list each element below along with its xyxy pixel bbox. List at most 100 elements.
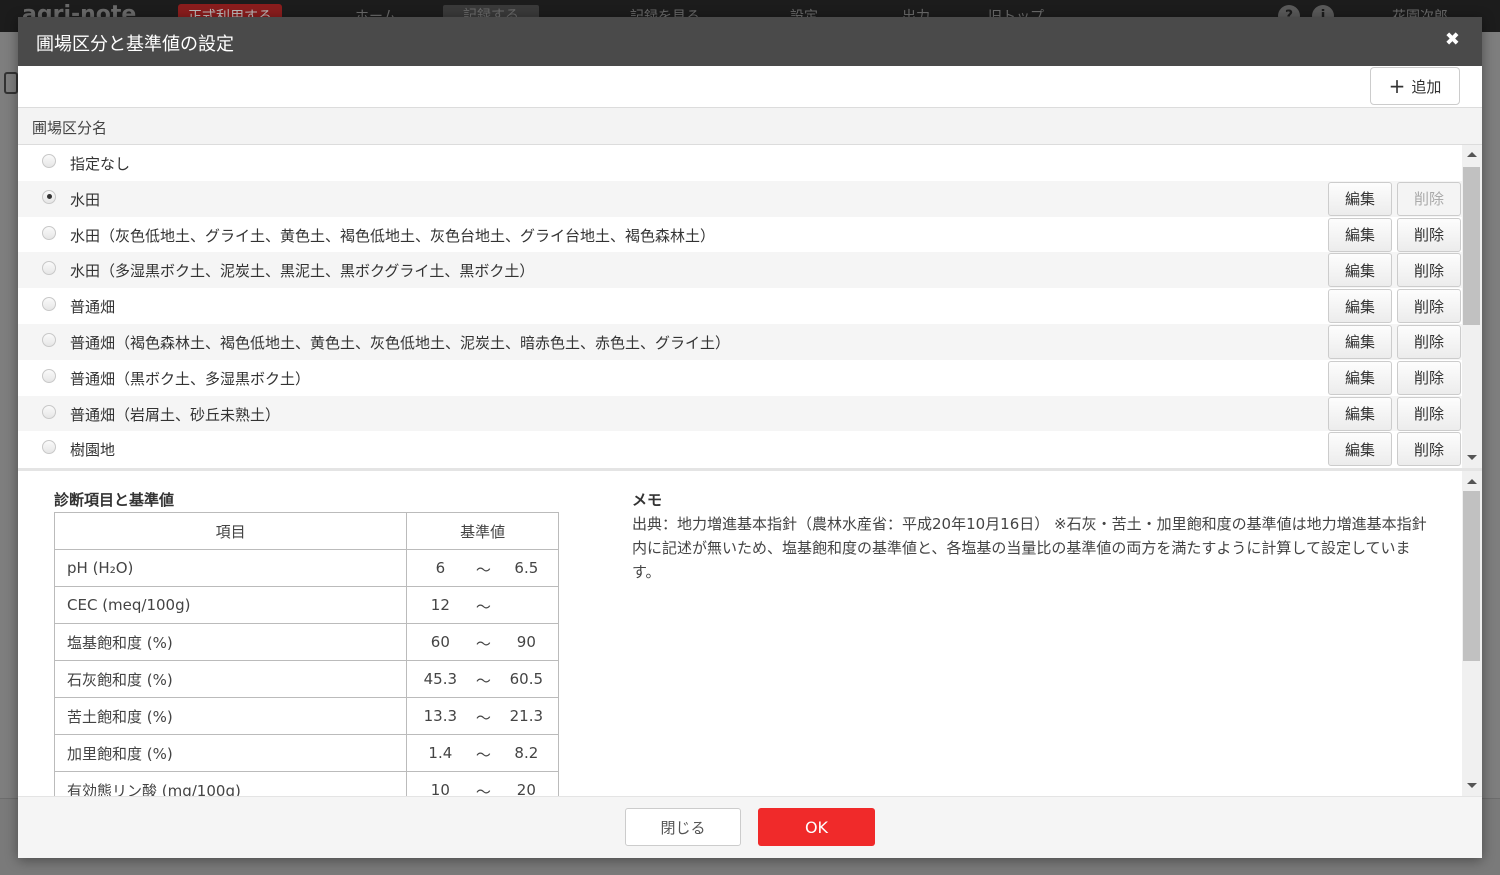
table-row: 加里飽和度 (%) 1.4 〜 8.2 [53,734,559,772]
category-label: 指定なし [70,155,131,173]
delete-button[interactable]: 削除 [1397,217,1461,252]
table-row: 苦土飽和度 (%) 13.3 〜 21.3 [53,697,559,735]
document-icon [4,72,18,94]
value-max: 8.2 [514,744,539,762]
category-radio[interactable] [42,261,56,276]
add-button-label: 追加 [1411,77,1442,96]
value-min: 10 [430,781,450,796]
detail-scroll-up-icon[interactable] [1467,479,1477,484]
diagnosis-item-value: 45.3 〜 60.5 [406,660,559,698]
list-item[interactable]: 樹園地 編集 削除 [18,431,1462,467]
table-row: pH (H₂O) 6 〜 6.5 [53,549,559,587]
plus-icon: + [1388,74,1406,98]
diagnosis-item-name: 加里飽和度 (%) [53,734,408,772]
value-max: 20 [516,781,536,796]
detail-scrollbar-thumb[interactable] [1463,491,1480,661]
category-radio[interactable] [42,332,56,347]
list-item[interactable]: 普通畑（岩屑土、砂丘未熟土） 編集 削除 [18,395,1462,432]
category-list: 指定なし 水田 編集 削除 水田（灰色低地土、グライ土、黄色土、褐色低地土、灰色台地土、… [18,145,1462,468]
list-scrollbar[interactable] [1462,145,1482,468]
modal-title: 圃場区分と基準値の設定 [36,34,234,55]
delete-button[interactable]: 削除 [1397,253,1461,288]
value-tilde: 〜 [475,709,491,727]
diagnosis-title: 診断項目と基準値 [54,491,175,509]
diagnosis-table: 項目 基準値 pH (H₂O) 6 〜 6.5 CEC (meq/100g) 12 〜塩基飽… [53,512,559,796]
category-radio[interactable] [42,297,56,312]
delete-button[interactable]: 削除 [1397,396,1461,431]
list-item[interactable]: 普通畑（黒ボク土、多湿黒ボク土） 編集 削除 [18,360,1462,396]
diagnosis-item-value: 13.3 〜 21.3 [406,697,559,735]
delete-button[interactable]: 削除 [1397,289,1461,324]
close-icon[interactable]: ✖ [1445,30,1460,50]
list-header-label: 圃場区分名 [32,119,108,137]
list-header: 圃場区分名 [18,107,1482,145]
category-label: 普通畑 [70,298,116,317]
value-tilde: 〜 [475,746,491,764]
delete-button[interactable]: 削除 [1397,324,1461,359]
list-scrollbar-thumb[interactable] [1463,167,1480,325]
close-button[interactable]: 閉じる [625,808,741,846]
value-min: 6 [435,559,446,577]
modal-toolbar: + 追加 [18,66,1482,108]
category-radio[interactable] [42,368,56,383]
ok-button[interactable]: OK [758,808,875,846]
delete-button[interactable]: 削除 [1397,360,1461,395]
detail-scrollbar[interactable] [1462,471,1482,796]
edit-button[interactable]: 編集 [1328,253,1392,288]
category-radio[interactable] [42,404,56,419]
value-tilde: 〜 [475,598,491,616]
diagnosis-item-value: 10 〜 20 [406,771,559,796]
diagnosis-item-value: 6 〜 6.5 [406,549,559,587]
value-max: 6.5 [514,559,539,577]
add-button[interactable]: + 追加 [1370,67,1460,105]
table-header-row: 項目 基準値 [53,512,559,550]
modal-header: 圃場区分と基準値の設定 ✖ [18,17,1482,66]
scroll-down-icon[interactable] [1467,455,1477,460]
detail-scroll-down-icon[interactable] [1467,783,1477,788]
category-radio[interactable] [42,189,56,204]
edit-button[interactable]: 編集 [1328,181,1392,216]
category-radio[interactable] [42,225,56,240]
category-radio[interactable] [42,154,56,168]
edit-button[interactable]: 編集 [1328,432,1392,467]
table-row: 塩基飽和度 (%) 60 〜 90 [53,623,559,661]
edit-button[interactable]: 編集 [1328,217,1392,252]
list-item[interactable]: 普通畑（褐色森林土、褐色低地土、黄色土、灰色低地土、泥炭土、暗赤色土、赤色土、グ… [18,323,1462,360]
list-item[interactable]: 水田（多湿黒ボク土、泥炭土、黒泥土、黒ボクグライ土、黒ボク土） 編集 削除 [18,252,1462,289]
memo-text: 出典：地力増進基本指針（農林水産省：平成20年10月16日） ※石灰・苦土・加里… [632,515,1427,581]
diagnosis-item-value: 60 〜 90 [406,623,559,661]
delete-button: 削除 [1397,181,1461,216]
value-max: 21.3 [509,707,544,725]
scroll-up-icon[interactable] [1467,152,1477,157]
edit-button[interactable]: 編集 [1328,289,1392,324]
category-label: 普通畑（褐色森林土、褐色低地土、黄色土、灰色低地土、泥炭土、暗赤色土、赤色土、グ… [70,333,731,352]
diagnosis-item-name: CEC (meq/100g) [53,586,408,624]
list-item[interactable]: 指定なし [18,145,1462,181]
edit-button[interactable]: 編集 [1328,324,1392,359]
diagnosis-item-name: 塩基飽和度 (%) [53,623,408,661]
category-label: 水田 [70,190,101,209]
memo-title: メモ [632,491,663,509]
value-tilde: 〜 [475,783,491,796]
value-max: 90 [516,633,536,651]
edit-button[interactable]: 編集 [1328,396,1392,431]
category-label: 普通畑（岩屑土、砂丘未熟土） [70,405,281,424]
category-label: 水田（灰色低地土、グライ土、黄色土、褐色低地土、灰色台地土、グライ台地土、褐色森… [70,226,716,245]
category-label: 樹園地 [70,441,116,460]
category-radio[interactable] [42,440,56,455]
col-item-header: 項目 [53,512,408,550]
field-category-modal: 圃場区分と基準値の設定 ✖ + 追加 圃場区分名 指定なし 水田 編集 削除 水田（灰色… [18,17,1482,858]
value-min: 12 [430,596,450,614]
value-min: 60 [430,633,450,651]
edit-button[interactable]: 編集 [1328,360,1392,395]
value-tilde: 〜 [475,672,491,690]
diagnosis-item-value: 1.4 〜 8.2 [406,734,559,772]
diagnosis-item-name: 石灰飽和度 (%) [53,660,408,698]
list-item[interactable]: 水田 編集 削除 [18,180,1462,217]
table-row: 石灰飽和度 (%) 45.3 〜 60.5 [53,660,559,698]
list-item[interactable]: 水田（灰色低地土、グライ土、黄色土、褐色低地土、灰色台地土、グライ台地土、褐色森… [18,217,1462,253]
delete-button[interactable]: 削除 [1397,432,1461,467]
list-item[interactable]: 普通畑 編集 削除 [18,288,1462,324]
table-row: CEC (meq/100g) 12 〜 [53,586,559,624]
diagnosis-item-name: pH (H₂O) [53,549,408,587]
